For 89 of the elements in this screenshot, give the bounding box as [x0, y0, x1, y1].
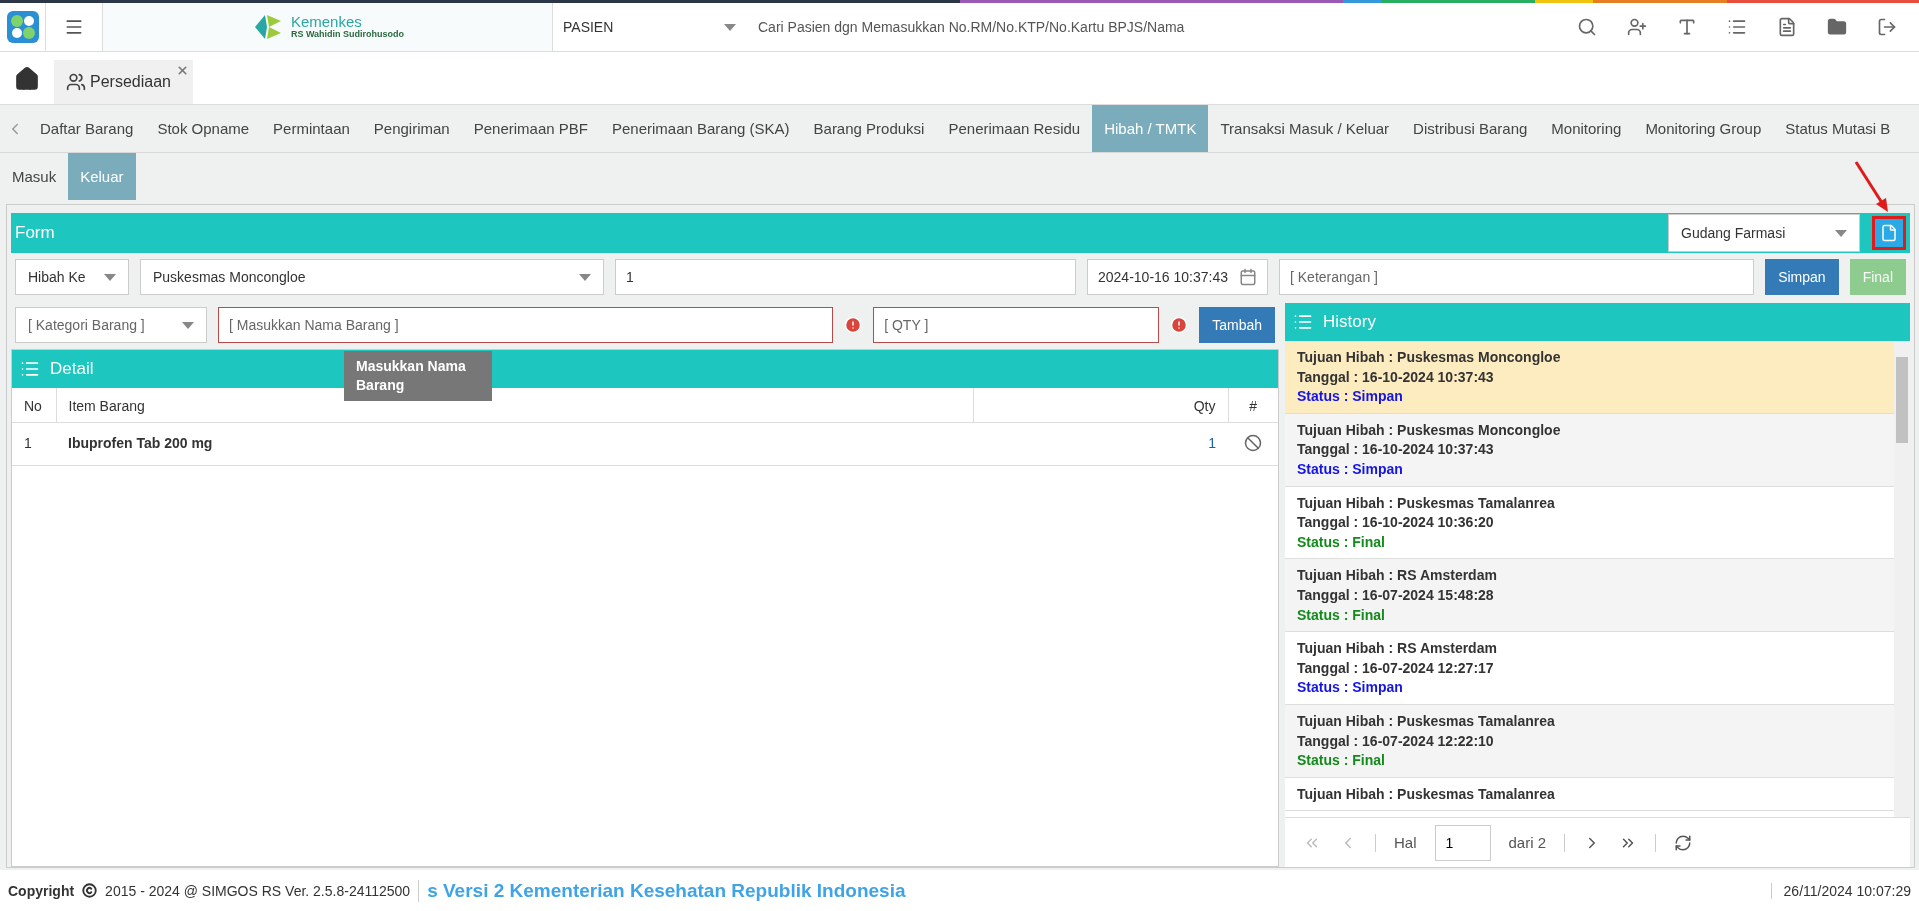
document-icon: [1880, 224, 1898, 242]
history-destination: Tujuan Hibah : Puskesmas Moncongloe: [1297, 348, 1562, 367]
error-icon: [1170, 316, 1189, 334]
search-icon[interactable]: [1577, 17, 1597, 37]
page-label: Hal: [1394, 834, 1417, 851]
history-date: Tanggal : 16-07-2024 12:22:10: [1297, 731, 1495, 751]
page-tab[interactable]: Persediaan: [54, 60, 193, 104]
history-item[interactable]: Tujuan Hibah : Puskesmas Tamalanrea Tanggal : 16-07-2024 12:22:10 Status : Final: [1285, 704, 1894, 778]
logout-icon[interactable]: [1877, 17, 1897, 37]
nav-tab[interactable]: Daftar Barang: [28, 105, 146, 152]
users-icon: [66, 72, 86, 92]
brand-subtitle: RS Wahidin Sudirohusodo: [290, 30, 405, 40]
table-cell: 1: [973, 422, 1228, 466]
calendar-icon: [1239, 268, 1257, 286]
new-document-button[interactable]: [1872, 216, 1906, 250]
copyright-icon: [82, 883, 98, 898]
history-status: Status : Final: [1297, 605, 1386, 625]
destination-select[interactable]: Puskesmas Moncongloe: [140, 259, 604, 295]
page-total: dari 2: [1508, 834, 1547, 851]
history-destination: Tujuan Hibah : Puskesmas Tamalanrea: [1297, 784, 1556, 804]
list-icon: [20, 359, 40, 379]
add-user-icon[interactable]: [1627, 17, 1647, 37]
history-date: Tanggal : 16-07-2024 12:27:17: [1297, 658, 1495, 678]
footer-datetime: 26/11/2024 10:07:29: [1770, 882, 1911, 899]
text-icon[interactable]: [1677, 17, 1697, 37]
history-destination: Tujuan Hibah : Puskesmas Moncongloe: [1297, 420, 1562, 440]
copyright-text: 2015 - 2024 @ SIMGOS RS Ver. 2.5.8-24112500: [105, 882, 411, 899]
form-title: Form: [15, 223, 55, 243]
history-title: History: [1323, 312, 1376, 332]
nav-tab[interactable]: Penerimaan Barang (SKA): [599, 105, 802, 152]
category-select[interactable]: [ Kategori Barang ]: [15, 307, 207, 343]
history-item[interactable]: Tujuan Hibah : Puskesmas Moncongloe Tanggal : 16-10-2024 10:37:43 Status : Simpan: [1285, 341, 1894, 414]
history-destination: Tujuan Hibah : Puskesmas Tamalanrea: [1297, 493, 1556, 513]
remove-icon[interactable]: [1244, 433, 1262, 452]
detail-title: Detail: [50, 359, 94, 379]
history-item[interactable]: Tujuan Hibah : RS Amsterdam Tanggal : 16-07-2024 15:48:28 Status : Final: [1285, 559, 1894, 633]
note-field[interactable]: [ Keterangan ]: [1279, 259, 1755, 295]
scrollbar[interactable]: [1894, 341, 1910, 817]
date-field[interactable]: 2024-10-16 10:37:43: [1087, 259, 1268, 295]
warehouse-select[interactable]: Gudang Farmasi: [1668, 214, 1860, 252]
list-icon: [1293, 312, 1313, 332]
column-header: No: [12, 388, 56, 423]
nav-tab[interactable]: Pengiriman: [361, 105, 462, 152]
history-date: Tanggal : 16-10-2024 10:37:43: [1297, 440, 1495, 460]
type-select[interactable]: Hibah Ke: [15, 259, 129, 295]
column-header: #: [1228, 388, 1278, 423]
save-button[interactable]: Simpan: [1765, 259, 1839, 295]
list-icon[interactable]: [1727, 17, 1747, 37]
nav-tab[interactable]: Monitoring: [1539, 105, 1634, 152]
menu-icon: [64, 17, 84, 37]
nav-tab[interactable]: Penerimaan PBF: [461, 105, 600, 152]
item-name-field[interactable]: [ Masukkan Nama Barang ]: [218, 307, 834, 343]
error-icon: [844, 316, 863, 334]
table-cell: 1: [12, 422, 56, 466]
nav-tab[interactable]: Penerimaan Residu: [936, 105, 1093, 152]
history-destination: Tujuan Hibah : RS Amsterdam: [1297, 639, 1498, 659]
close-icon[interactable]: [175, 64, 189, 77]
history-status: Status : Simpan: [1297, 678, 1404, 698]
nav-tab[interactable]: Status Mutasi B: [1773, 105, 1903, 152]
table-cell: Ibuprofen Tab 200 mg: [56, 422, 974, 466]
page-field[interactable]: 1: [1434, 824, 1491, 861]
history-date: Tanggal : 16-10-2024 10:37:43: [1297, 367, 1495, 387]
sub-tab[interactable]: Masuk: [0, 153, 69, 200]
folder-icon[interactable]: [1827, 17, 1847, 37]
nav-tab[interactable]: Transaksi Masuk / Keluar: [1208, 105, 1402, 152]
history-status: Status : Final: [1297, 751, 1386, 771]
qty-field[interactable]: [ QTY ]: [873, 307, 1160, 343]
history-date: Tanggal : 16-07-2024 15:48:28: [1297, 585, 1495, 605]
history-status: Status : Final: [1297, 532, 1386, 552]
nav-tab[interactable]: Distribusi Barang: [1401, 105, 1540, 152]
history-status: Status : Simpan: [1297, 459, 1404, 479]
nav-tab[interactable]: Barang Produksi: [801, 105, 937, 152]
brand-name: Kemenkes: [290, 14, 362, 31]
nav-tab[interactable]: Monitoring Group: [1633, 105, 1774, 152]
number-field[interactable]: 1: [615, 259, 1076, 295]
column-header: Qty: [973, 388, 1228, 423]
pdf-file-icon[interactable]: [1777, 17, 1797, 37]
history-date: Tanggal : 16-10-2024 10:36:20: [1297, 513, 1495, 533]
history-item[interactable]: Tujuan Hibah : Puskesmas Moncongloe Tanggal : 16-10-2024 10:37:43 Status : Simpan: [1285, 413, 1894, 487]
nav-tab[interactable]: Permintaan: [261, 105, 362, 152]
app-logo: [5, 10, 40, 44]
refresh-icon[interactable]: [1674, 833, 1693, 852]
copyright-label: Copyright: [8, 882, 75, 899]
add-button[interactable]: Tambah: [1199, 307, 1275, 343]
history-destination: Tujuan Hibah : RS Amsterdam: [1297, 566, 1498, 586]
nav-tab[interactable]: Stok Opname: [145, 105, 262, 152]
history-destination: Tujuan Hibah : Puskesmas Tamalanrea: [1297, 711, 1556, 731]
marquee-text: s Versi 2 Kementerian Kesehatan Republik Indonesia: [418, 879, 1763, 902]
history-status: Status : Simpan: [1297, 387, 1404, 407]
